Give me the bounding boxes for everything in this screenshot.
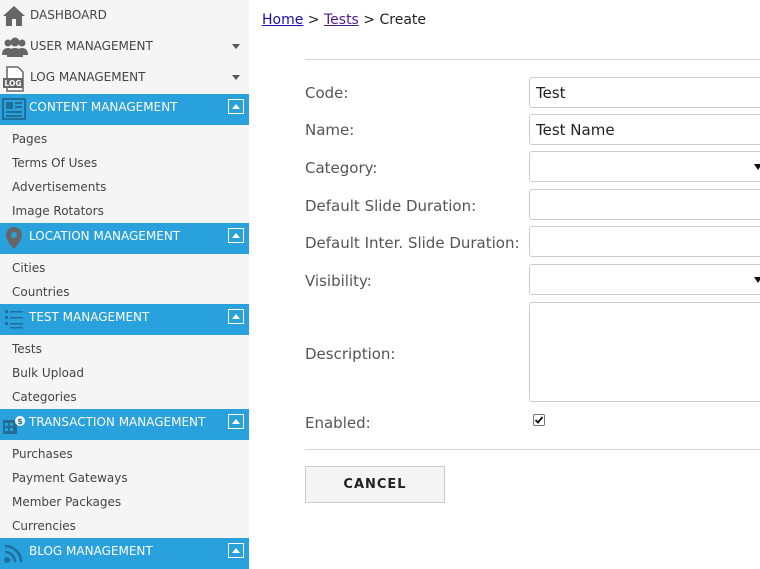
checklist-icon xyxy=(2,307,26,331)
log-icon-text: LOG xyxy=(4,79,21,88)
sidebar-link-categories[interactable]: Categories xyxy=(12,390,77,404)
transaction-icon: $ xyxy=(2,412,26,436)
enabled-checkbox[interactable] xyxy=(533,414,545,426)
chevron-up-icon xyxy=(232,233,240,238)
inter-slide-duration-input[interactable] xyxy=(529,226,760,257)
sidebar-link-pages[interactable]: Pages xyxy=(12,132,47,146)
breadcrumb-current: Create xyxy=(379,12,427,28)
code-label: Code: xyxy=(305,84,349,102)
enabled-label: Enabled: xyxy=(305,414,371,432)
slide-duration-input[interactable] xyxy=(529,189,760,220)
section-label: TRANSACTION MANAGEMENT xyxy=(29,415,206,429)
section-content-management[interactable]: CONTENT MANAGEMENT xyxy=(0,94,249,125)
section-transaction-management[interactable]: $ TRANSACTION MANAGEMENT xyxy=(0,409,249,440)
code-input[interactable] xyxy=(529,77,760,108)
sidebar-link-bulk-upload[interactable]: Bulk Upload xyxy=(12,366,84,380)
breadcrumb: Home > Tests > Create xyxy=(262,12,426,28)
visibility-label: Visibility: xyxy=(305,272,372,290)
collapse-button[interactable] xyxy=(228,99,244,114)
section-location-management[interactable]: LOCATION MANAGEMENT xyxy=(0,223,249,254)
chevron-up-icon xyxy=(232,314,240,319)
section-test-management[interactable]: TEST MANAGEMENT xyxy=(0,304,249,335)
collapse-button[interactable] xyxy=(228,414,244,429)
section-label: LOCATION MANAGEMENT xyxy=(29,229,181,243)
chevron-down-icon[interactable] xyxy=(232,75,240,80)
chevron-up-icon xyxy=(232,419,240,424)
category-select[interactable] xyxy=(529,151,760,182)
sidebar-item-dashboard[interactable]: DASHBOARD xyxy=(0,0,249,31)
section-blog-management[interactable]: BLOG MANAGEMENT xyxy=(0,538,249,569)
dropdown-arrow-icon xyxy=(754,164,760,170)
sidebar-link-terms-of-uses[interactable]: Terms Of Uses xyxy=(12,156,97,170)
breadcrumb-tests-link[interactable]: Tests xyxy=(324,12,359,28)
sidebar-item-label: USER MANAGEMENT xyxy=(30,39,153,53)
location-pin-icon xyxy=(2,226,26,250)
sidebar-item-user-management[interactable]: USER MANAGEMENT xyxy=(0,31,249,62)
name-input[interactable] xyxy=(529,114,760,145)
sidebar: DASHBOARD USER MANAGEMENT LOG LOG MANAGE… xyxy=(0,0,249,569)
description-textarea[interactable] xyxy=(529,302,760,402)
name-label: Name: xyxy=(305,121,355,139)
sidebar-link-member-packages[interactable]: Member Packages xyxy=(12,495,121,509)
sidebar-link-countries[interactable]: Countries xyxy=(12,285,70,299)
section-label: TEST MANAGEMENT xyxy=(29,310,150,324)
inter-slide-duration-label: Default Inter. Slide Duration: xyxy=(305,234,520,252)
chevron-up-icon xyxy=(232,104,240,109)
sidebar-item-label: DASHBOARD xyxy=(30,8,107,22)
sidebar-link-payment-gateways[interactable]: Payment Gateways xyxy=(12,471,128,485)
content-icon xyxy=(2,97,26,121)
home-icon xyxy=(2,4,26,28)
sidebar-link-cities[interactable]: Cities xyxy=(12,261,45,275)
svg-text:$: $ xyxy=(17,417,23,426)
category-label: Category: xyxy=(305,159,378,177)
chevron-up-icon xyxy=(232,548,240,553)
visibility-select[interactable] xyxy=(529,264,760,295)
users-icon xyxy=(2,35,28,59)
sidebar-link-tests[interactable]: Tests xyxy=(12,342,42,356)
collapse-button[interactable] xyxy=(228,543,244,558)
blog-icon xyxy=(2,541,26,565)
collapse-button[interactable] xyxy=(228,309,244,324)
dropdown-arrow-icon xyxy=(754,277,760,283)
breadcrumb-separator: > xyxy=(363,12,376,28)
divider xyxy=(305,59,760,60)
description-label: Description: xyxy=(305,345,396,363)
sidebar-link-image-rotators[interactable]: Image Rotators xyxy=(12,204,104,218)
section-label: BLOG MANAGEMENT xyxy=(29,544,153,558)
chevron-down-icon[interactable] xyxy=(232,44,240,49)
cancel-button[interactable]: CANCEL xyxy=(305,466,445,503)
divider xyxy=(305,449,760,450)
log-icon: LOG xyxy=(2,66,26,92)
collapse-button[interactable] xyxy=(228,228,244,243)
checkmark-icon xyxy=(534,416,544,424)
sidebar-link-purchases[interactable]: Purchases xyxy=(12,447,73,461)
breadcrumb-separator: > xyxy=(307,12,320,28)
section-label: CONTENT MANAGEMENT xyxy=(29,100,178,114)
sidebar-link-currencies[interactable]: Currencies xyxy=(12,519,76,533)
sidebar-item-log-management[interactable]: LOG LOG MANAGEMENT xyxy=(0,62,249,93)
breadcrumb-home-link[interactable]: Home xyxy=(262,12,303,28)
sidebar-item-label: LOG MANAGEMENT xyxy=(30,70,146,84)
sidebar-link-advertisements[interactable]: Advertisements xyxy=(12,180,106,194)
slide-duration-label: Default Slide Duration: xyxy=(305,197,477,215)
